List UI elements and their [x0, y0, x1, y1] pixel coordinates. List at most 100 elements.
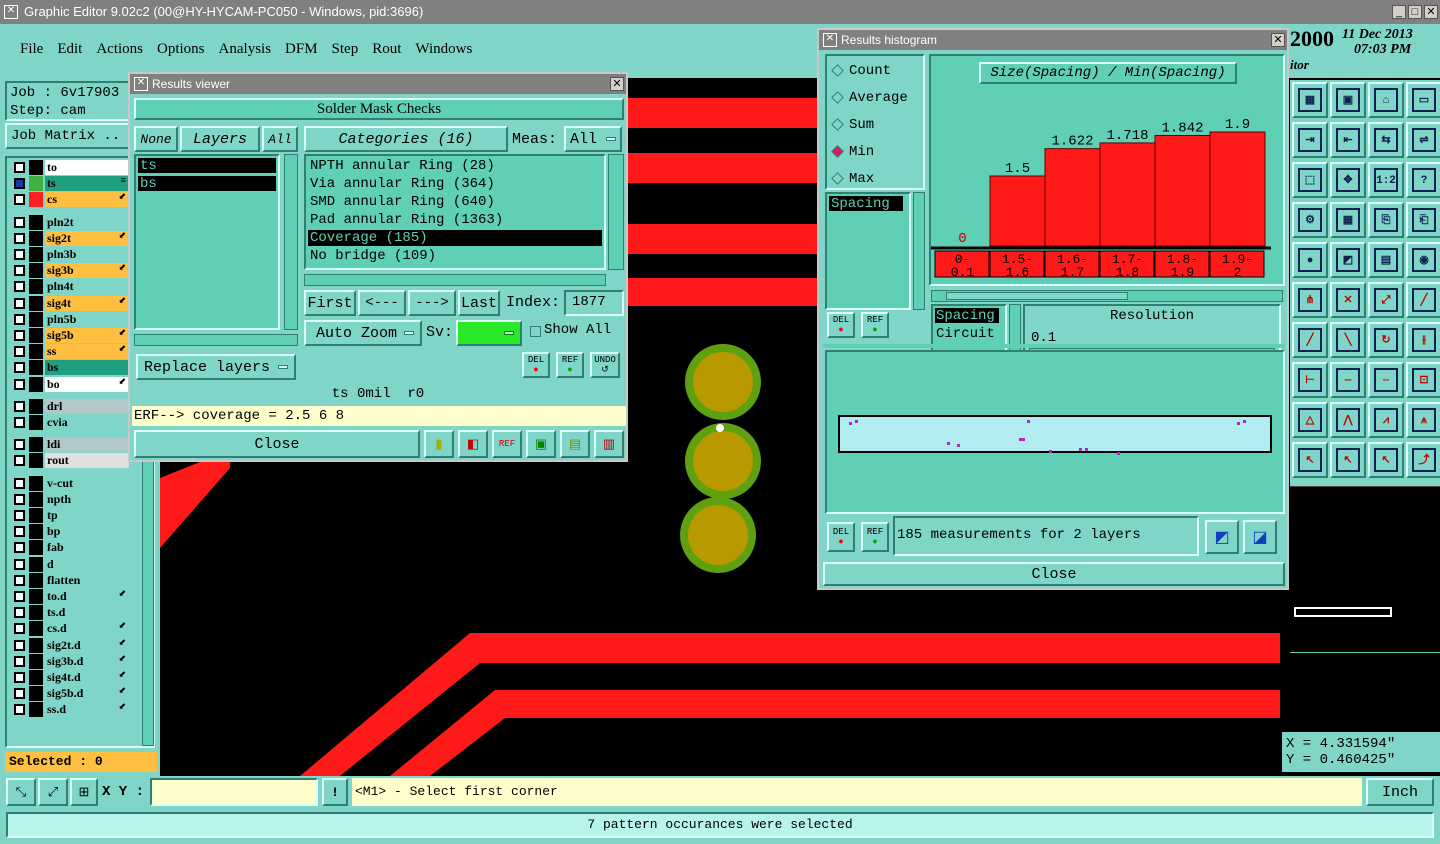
pad-1-icon[interactable]: ● [1292, 242, 1328, 278]
copy-icon[interactable]: ⇆ [1368, 122, 1404, 158]
layer-row[interactable]: fab [11, 540, 129, 556]
layer-row[interactable]: pln4t [11, 279, 129, 295]
auto-zoom-select[interactable]: Auto Zoom [304, 320, 422, 346]
last-button[interactable]: Last [458, 290, 500, 316]
arrow-1-icon[interactable]: ↖ [1292, 442, 1328, 478]
layer-checkbox[interactable] [14, 178, 25, 190]
layer-row[interactable]: drl [11, 398, 129, 414]
layers-button[interactable]: Layers [180, 126, 260, 152]
tri-4-icon[interactable]: ⩚ [1406, 402, 1440, 438]
layer-checkbox[interactable] [14, 400, 25, 412]
layer-checkbox[interactable] [14, 607, 25, 619]
layer-row[interactable]: ts.d [11, 605, 129, 621]
grid-icon[interactable]: ▦ [1330, 202, 1366, 238]
layer-checkbox[interactable] [14, 249, 25, 260]
maximize-button[interactable]: □ [1408, 5, 1422, 19]
layer-checkbox[interactable] [14, 297, 25, 309]
ratio-icon[interactable]: 1:2 [1368, 162, 1404, 198]
categories-vscroll[interactable] [608, 154, 624, 270]
layer-row[interactable]: v-cut [11, 475, 129, 491]
layer-checkbox[interactable] [14, 558, 25, 570]
layer-checkbox[interactable] [14, 493, 25, 505]
layer-row[interactable]: ldi [11, 437, 129, 453]
tool-icon-4[interactable]: ▣ [526, 430, 556, 458]
stack-2-icon[interactable]: ▣ [1330, 82, 1366, 118]
category-item[interactable]: Pad annular Ring (1363) [308, 212, 602, 228]
layer-checkbox[interactable] [14, 330, 25, 341]
mode-radio-min[interactable]: Min [831, 143, 921, 163]
line-red-icon[interactable]: ╱ [1406, 282, 1440, 318]
shape-1-icon[interactable]: ⚙ [1292, 202, 1328, 238]
alert-icon[interactable]: ! [322, 778, 348, 806]
histogram-close-icon[interactable]: ✕ [1271, 33, 1285, 47]
menu-item-rout[interactable]: Rout [372, 41, 401, 58]
histogram-hscroll[interactable] [931, 290, 1283, 302]
layer-checkbox[interactable] [14, 655, 25, 667]
layer-checkbox[interactable] [14, 510, 25, 521]
layer-row[interactable]: sig4t ⬋ [11, 295, 129, 311]
split-icon[interactable]: ⫲ [1406, 322, 1440, 358]
connect-icon[interactable]: ⤢ [1368, 282, 1404, 318]
results-close-button[interactable]: Close [134, 430, 420, 458]
layer-row[interactable]: to.d ⬋ [11, 589, 129, 604]
units-select[interactable]: Inch [1366, 778, 1434, 806]
arrow-3-icon[interactable]: ↖ [1368, 442, 1404, 478]
histogram-titlebar[interactable]: Results histogram [819, 30, 1287, 50]
layer-row[interactable]: sig5b ⬋ [11, 328, 129, 343]
help-icon[interactable]: ? [1406, 162, 1440, 198]
export-icon-1[interactable]: ◩ [1205, 520, 1239, 554]
histogram-close-button[interactable]: Close [823, 562, 1285, 586]
layer-row[interactable]: bo ⬋ [11, 376, 129, 392]
layer-row[interactable]: sig5b.d ⬋ [11, 686, 129, 702]
home-icon[interactable]: ⌂ [1368, 82, 1404, 118]
layer-checkbox[interactable] [14, 526, 25, 538]
all-button[interactable]: All [262, 126, 298, 152]
pane-divider[interactable] [823, 344, 1285, 348]
arc-icon[interactable]: ↻ [1368, 322, 1404, 358]
layer-row[interactable]: cvia [11, 415, 129, 430]
dist-ref-button[interactable]: REF ● [861, 522, 889, 552]
category-item[interactable]: No bridge (109) [308, 248, 602, 264]
layer-row[interactable]: bp [11, 524, 129, 540]
spacing-item[interactable]: Spacing [829, 196, 903, 212]
tool-icon-1[interactable]: ▮ [424, 430, 454, 458]
snap-icon[interactable]: ⊢ [1292, 362, 1328, 398]
results-viewer-titlebar[interactable]: Results viewer [130, 74, 626, 94]
layer-checkbox[interactable] [14, 362, 25, 374]
none-button[interactable]: None [134, 126, 178, 152]
category-item[interactable]: Via annular Ring (364) [308, 176, 602, 192]
menu-item-step[interactable]: Step [332, 41, 359, 58]
layer-checkbox[interactable] [14, 672, 25, 683]
layer-checkbox[interactable] [14, 346, 25, 358]
layer-row[interactable]: sig3b.d ⬋ [11, 653, 129, 669]
draw-1-icon[interactable]: ╱ [1292, 322, 1328, 358]
layer-result-item[interactable]: bs [138, 176, 276, 192]
layer-row[interactable]: bs [11, 360, 129, 376]
layer-row[interactable]: sig2t ⬋ [11, 230, 129, 246]
layer-checkbox[interactable] [14, 216, 25, 228]
mode-radio-count[interactable]: Count [831, 62, 921, 82]
route-icon[interactable]: ⤴ [1406, 442, 1440, 478]
categories-button[interactable]: Categories (16) [304, 126, 508, 152]
del-button[interactable]: DEL ● [522, 352, 550, 378]
zoom-icon-2[interactable]: ⤢ [38, 778, 68, 806]
layer-checkbox[interactable] [14, 623, 25, 635]
mode-radio-max[interactable]: Max [831, 170, 921, 190]
layer-checkbox[interactable] [14, 194, 25, 206]
move-2-icon[interactable]: ⇤ [1330, 122, 1366, 158]
tool-icon-5[interactable]: ▤ [560, 430, 590, 458]
layer-row[interactable]: ss ⬋ [11, 344, 129, 360]
layer-row[interactable]: to [11, 160, 129, 175]
mode-radio-sum[interactable]: Sum [831, 116, 921, 136]
hist-ref-button[interactable]: REF ● [861, 312, 889, 338]
minus-icon[interactable]: — [1330, 362, 1366, 398]
layer-row[interactable]: rout [11, 453, 129, 469]
layer-row[interactable]: tp [11, 508, 129, 523]
pads-icon[interactable]: ⊡ [1406, 362, 1440, 398]
ref-button[interactable]: REF ● [556, 352, 584, 378]
layer-checkbox[interactable] [14, 704, 25, 716]
layer-row[interactable]: cs.d ⬋ [11, 621, 129, 637]
minimize-button[interactable]: _ [1392, 5, 1406, 19]
export-icon-2[interactable]: ◪ [1243, 520, 1277, 554]
close-window-button[interactable]: ✕ [1424, 5, 1438, 19]
